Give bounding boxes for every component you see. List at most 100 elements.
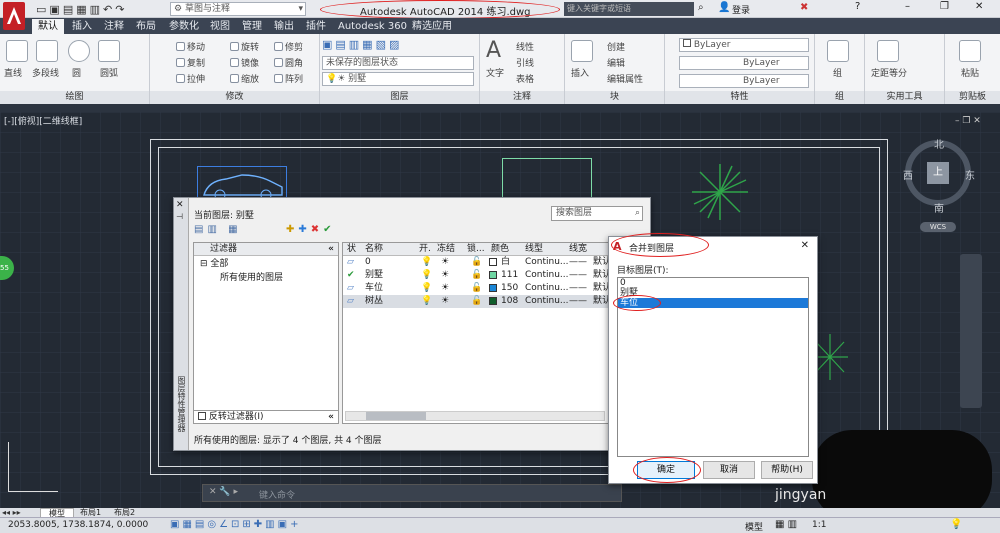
filter-node-used[interactable]: 所有使用的图层 xyxy=(194,272,338,284)
panel-properties-title[interactable]: 特性 xyxy=(665,91,814,104)
new-vp-layer-icon[interactable]: ✚ xyxy=(298,224,310,235)
layer-name[interactable]: 0 xyxy=(365,256,371,268)
pin-icon[interactable]: ⊣ xyxy=(176,212,183,221)
layer-linetype[interactable]: Continu... xyxy=(525,256,569,268)
col-color[interactable]: 颜色 xyxy=(491,243,509,255)
layer-tool-icons[interactable]: ▣▤▥▦▧▨ xyxy=(322,38,442,52)
compass-east[interactable]: 东 xyxy=(965,167,975,182)
grid-toggle-icons[interactable]: ▦ ▥ xyxy=(775,519,797,530)
horizontal-scrollbar[interactable] xyxy=(345,411,605,421)
edit-attr-button[interactable]: 编辑属性 xyxy=(607,72,643,85)
sun-icon[interactable]: ☀ xyxy=(441,282,449,294)
compass-north[interactable]: 北 xyxy=(934,136,944,151)
coordinates-readout[interactable]: 2053.8005, 1738.1874, 0.0000 xyxy=(8,520,148,530)
col-name[interactable]: 名称 xyxy=(365,243,383,255)
color-swatch[interactable] xyxy=(489,271,497,279)
new-layer-icon[interactable]: ✚ xyxy=(286,224,298,235)
drafting-toggle-icons[interactable]: ▣▦▤◎∠⊡⊞✚▥▣+ xyxy=(170,519,301,530)
tab-layout2[interactable]: 布局2 xyxy=(110,508,139,517)
tab-plugins[interactable]: 插件 xyxy=(300,19,332,34)
trim-button[interactable]: 修剪 xyxy=(274,40,303,53)
text-icon[interactable]: A xyxy=(486,38,501,63)
unlock-icon[interactable]: 🔓 xyxy=(471,295,482,307)
fillet-button[interactable]: 圆角 xyxy=(274,56,303,69)
layer-row[interactable]: ▱ 车位 💡 ☀ 🔓 150 Continu... —— 默认 xyxy=(343,282,611,295)
scrollbar-thumb[interactable] xyxy=(366,412,426,420)
scale-button[interactable]: 缩放 xyxy=(230,72,259,85)
line-icon[interactable] xyxy=(6,40,28,62)
lightbulb-icon[interactable]: 💡 xyxy=(421,282,432,294)
collapse-icon[interactable]: « xyxy=(328,243,334,256)
app-menu-button[interactable] xyxy=(3,2,25,30)
vp-restore-icon[interactable]: – ❐ ✕ xyxy=(955,116,981,126)
unlock-icon[interactable]: 🔓 xyxy=(471,269,482,281)
color-swatch[interactable] xyxy=(489,297,497,305)
layer-linetype[interactable]: Continu... xyxy=(525,269,569,281)
measure-icon[interactable] xyxy=(877,40,899,62)
mirror-button[interactable]: 镜像 xyxy=(230,56,259,69)
lightbulb-icon[interactable]: 💡 xyxy=(421,269,432,281)
layer-tool-icons[interactable]: ✚✚✖✔ xyxy=(286,224,336,235)
layer-search-input[interactable]: 搜索图层 ⌕ xyxy=(551,206,643,221)
layer-linetype[interactable]: Continu... xyxy=(525,295,569,307)
help-button[interactable]: 帮助(H) xyxy=(761,461,813,479)
stretch-button[interactable]: 拉伸 xyxy=(176,72,205,85)
tab-featured[interactable]: 精选应用 xyxy=(406,19,458,34)
layer-name[interactable]: 别墅 xyxy=(365,269,383,281)
tab-annotate[interactable]: 注释 xyxy=(98,19,130,34)
help-icon[interactable]: ? xyxy=(855,1,860,12)
color-swatch[interactable] xyxy=(489,284,497,292)
delete-layer-icon[interactable]: ✖ xyxy=(311,224,323,235)
edit-button[interactable]: 编辑 xyxy=(607,56,625,69)
layer-row[interactable]: ✔ 别墅 💡 ☀ 🔓 111 Continu... —— 默认 xyxy=(343,269,611,282)
exchange-icon[interactable]: ✖ xyxy=(800,2,808,13)
palette-sidebar[interactable]: ✕ ⊣ 图层特性管理器 xyxy=(174,198,189,450)
login-button[interactable]: 登录 xyxy=(732,3,750,16)
search-icon[interactable]: ⌕ xyxy=(698,2,704,13)
model-space-button[interactable]: 模型 xyxy=(745,520,763,533)
copy-button[interactable]: 复制 xyxy=(176,56,205,69)
tab-layout[interactable]: 布局 xyxy=(130,19,162,34)
layer-linetype[interactable]: Continu... xyxy=(525,282,569,294)
cancel-button[interactable]: 取消 xyxy=(703,461,755,479)
lightbulb-icon[interactable]: 💡 xyxy=(950,519,962,530)
layer-row[interactable]: ▱ 树丛 💡 ☀ 🔓 108 Continu... —— 默认 xyxy=(343,295,611,308)
tab-output[interactable]: 输出 xyxy=(268,19,300,34)
insert-button[interactable]: 插入 xyxy=(571,66,589,79)
layer-state-combo[interactable]: 未保存的图层状态 xyxy=(322,56,474,70)
tab-home[interactable]: 默认 xyxy=(32,19,64,34)
undo-icon[interactable]: ↶ xyxy=(103,3,115,16)
panel-layers-title[interactable]: 图层 xyxy=(320,91,479,104)
layer-name[interactable]: 树丛 xyxy=(365,295,383,307)
compass-west[interactable]: 西 xyxy=(903,167,913,182)
arc-icon[interactable] xyxy=(98,40,120,62)
compass-south[interactable]: 南 xyxy=(934,200,944,215)
command-line[interactable]: ✕ 🔧 ▸ 键入命令 xyxy=(202,484,622,502)
save-icon[interactable]: ▤ xyxy=(63,3,76,16)
group-icon[interactable] xyxy=(827,40,849,62)
unlock-icon[interactable]: 🔓 xyxy=(471,256,482,268)
layer-name[interactable]: 车位 xyxy=(365,282,383,294)
search-box[interactable]: 键入关键字或短语 xyxy=(564,2,694,16)
move-button[interactable]: 移动 xyxy=(176,40,205,53)
col-status[interactable]: 状 xyxy=(347,243,356,255)
arc-button[interactable]: 圆弧 xyxy=(100,66,118,79)
redo-icon[interactable]: ↷ xyxy=(115,3,127,16)
restore-icon[interactable]: ❐ xyxy=(940,1,949,12)
color-swatch[interactable] xyxy=(489,258,497,266)
circle-icon[interactable] xyxy=(68,40,90,62)
panel-annotation-title[interactable]: 注释 xyxy=(480,91,564,104)
panel-block-title[interactable]: 块 xyxy=(565,91,664,104)
unlock-icon[interactable]: 🔓 xyxy=(471,282,482,294)
linetype-combo[interactable]: ByLayer xyxy=(679,56,809,70)
sun-icon[interactable]: ☀ xyxy=(441,269,449,281)
new-icon[interactable]: ▭ xyxy=(36,3,49,16)
insert-block-icon[interactable] xyxy=(571,40,593,62)
lineweight-combo[interactable]: ByLayer xyxy=(679,74,809,88)
panel-utilities-title[interactable]: 实用工具 xyxy=(865,91,944,104)
close-icon[interactable]: ✕ xyxy=(801,240,809,251)
rotate-button[interactable]: 旋转 xyxy=(230,40,259,53)
close-icon[interactable]: ✕ xyxy=(176,200,184,210)
set-current-icon[interactable]: ✔ xyxy=(323,224,335,235)
filter-node-all[interactable]: ⊟ 全部 xyxy=(194,256,338,272)
